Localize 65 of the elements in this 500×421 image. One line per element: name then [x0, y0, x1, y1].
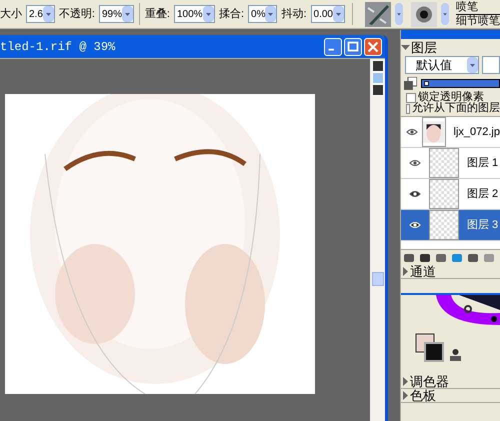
layer-name: 图层 1: [467, 156, 498, 171]
opacity-icon: [404, 76, 417, 90]
brush-variant[interactable]: 细节喷笔: [456, 14, 500, 28]
brush-dab-icon[interactable]: [411, 2, 437, 26]
field-label: 抖动:: [281, 6, 307, 22]
layer-tool-icon[interactable]: [419, 252, 432, 264]
layer-row[interactable]: 图层 2: [401, 179, 500, 210]
field-label: 不透明:: [58, 6, 95, 22]
brush-category[interactable]: 喷笔: [456, 0, 500, 14]
section-header[interactable]: 色板: [401, 389, 500, 403]
checkbox[interactable]: [406, 104, 410, 114]
dropdown-arrow-icon: [466, 57, 478, 73]
option-label: 锁定透明像素: [418, 90, 484, 104]
option-label: 允许从下面的图层: [412, 102, 500, 116]
section-header[interactable]: 通道: [401, 265, 500, 279]
eye-icon[interactable]: [406, 128, 418, 136]
expand-arrow-icon[interactable]: [401, 267, 409, 276]
dropdown-arrow-icon[interactable]: [202, 6, 214, 22]
window-title: tled-1.rif @ 39%: [0, 38, 116, 56]
section-title: 通道: [410, 262, 436, 281]
airbrush-icon[interactable]: [365, 2, 391, 26]
dropdown-arrow-icon[interactable]: [265, 6, 276, 22]
layer-row[interactable]: 图层 1: [401, 148, 500, 179]
layer-thumbnail: [429, 148, 459, 178]
section-header[interactable]: 调色器: [401, 375, 500, 389]
layer-tool-icon[interactable]: [467, 252, 480, 264]
panel-title: 图层: [411, 38, 437, 57]
value-field[interactable]: 2.6: [26, 5, 55, 23]
maximize-button[interactable]: [344, 38, 362, 56]
value-field[interactable]: 0.00: [310, 5, 345, 23]
dropdown-field[interactable]: [482, 56, 500, 74]
dropdown-arrow-icon[interactable]: [333, 6, 344, 22]
dropdown-arrow-icon[interactable]: [42, 6, 54, 22]
minimize-button[interactable]: [324, 38, 342, 56]
section-title: 色板: [410, 388, 436, 405]
layer-thumbnail: [429, 210, 459, 240]
layer-thumbnail: [429, 179, 459, 209]
composite-dropdown[interactable]: 默认值: [405, 56, 479, 74]
layer-name: 图层 3: [467, 218, 498, 233]
field-label: 揉合:: [218, 6, 244, 22]
color-swatches-icon[interactable]: [415, 333, 445, 365]
slider-thumb[interactable]: [424, 80, 429, 86]
field-label: 重叠:: [144, 6, 170, 22]
stamp-icon[interactable]: [449, 348, 462, 362]
layer-tool-icon[interactable]: [403, 252, 416, 264]
checkbox[interactable]: [406, 92, 416, 102]
layer-row[interactable]: 图层 3: [401, 210, 500, 241]
close-button[interactable]: [364, 38, 382, 56]
layer-name: ljx_072.jp: [454, 124, 500, 140]
panel-header[interactable]: 图层: [401, 39, 500, 56]
section-title: 调色器: [410, 372, 449, 390]
layer-tool-icon[interactable]: [435, 252, 448, 264]
collapse-arrow-icon[interactable]: [401, 43, 410, 52]
expand-arrow-icon[interactable]: [401, 391, 409, 400]
eye-icon[interactable]: [409, 159, 421, 167]
value-field[interactable]: 99%: [98, 5, 134, 23]
dropdown-arrow-icon[interactable]: [122, 6, 133, 22]
scrollbar[interactable]: [370, 59, 385, 421]
layer-row[interactable]: ljx_072.jp: [401, 117, 500, 148]
value-field[interactable]: 0%: [248, 5, 278, 23]
value-field[interactable]: 100%: [174, 5, 215, 23]
eye-icon[interactable]: [409, 190, 421, 198]
layer-name: 图层 2: [467, 186, 498, 202]
field-label: 大小: [0, 6, 22, 22]
expand-arrow-icon[interactable]: [401, 377, 409, 386]
